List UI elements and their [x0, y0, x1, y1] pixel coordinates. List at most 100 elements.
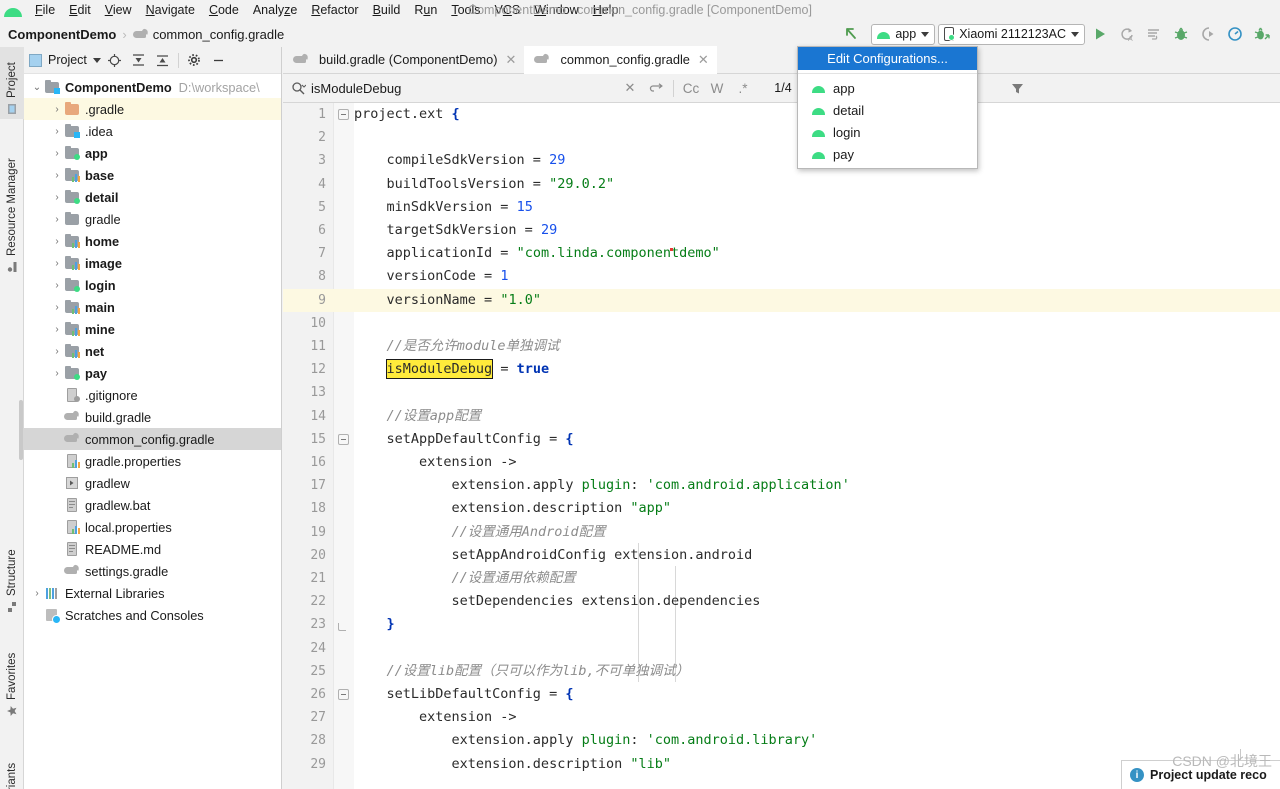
sidebar-item-resource-manager[interactable]: Resource Manager — [0, 127, 24, 277]
tree-label: gradle — [85, 211, 121, 227]
hide-panel-icon[interactable] — [208, 50, 229, 71]
run-configuration-selector[interactable]: app — [871, 23, 936, 45]
match-case-toggle[interactable]: Cc — [678, 74, 704, 103]
rerun-icon[interactable]: A — [1115, 22, 1139, 46]
favorites-star-icon — [6, 705, 18, 717]
tree-row-pay[interactable]: › pay — [24, 362, 281, 384]
tree-row-componentdemo[interactable]: ⌄ ComponentDemo D:\workspace\ — [24, 76, 281, 98]
chevron-right-icon[interactable]: › — [30, 588, 44, 599]
tree-row-gradlew[interactable]: gradlew — [24, 472, 281, 494]
tree-row-app[interactable]: › app — [24, 142, 281, 164]
tree-row-image[interactable]: › image — [24, 252, 281, 274]
apply-code-changes-icon[interactable] — [1250, 22, 1274, 46]
replace-toggle-icon[interactable] — [643, 74, 669, 103]
run-configuration-dropdown[interactable]: Edit Configurations... app detail login … — [797, 46, 978, 169]
sidebar-item-build-variants[interactable]: Build Variants — [0, 733, 24, 789]
tree-row-readme[interactable]: README.md — [24, 538, 281, 560]
chevron-right-icon[interactable]: › — [50, 368, 64, 379]
menu-build[interactable]: Build — [366, 0, 408, 21]
chevron-down-icon[interactable] — [92, 57, 101, 63]
tree-row-home[interactable]: › home — [24, 230, 281, 252]
menu-code[interactable]: Code — [202, 0, 246, 21]
chevron-right-icon[interactable]: › — [50, 258, 64, 269]
menu-item-app[interactable]: app — [798, 77, 977, 99]
menu-item-detail[interactable]: detail — [798, 99, 977, 121]
debug-icon[interactable] — [1169, 22, 1193, 46]
breadcrumb-project[interactable]: ComponentDemo — [8, 27, 116, 42]
library-module-icon — [64, 321, 80, 337]
tree-row-mine[interactable]: › mine — [24, 318, 281, 340]
chevron-right-icon[interactable]: › — [50, 302, 64, 313]
locate-icon[interactable] — [104, 50, 125, 71]
menu-edit[interactable]: Edit — [62, 0, 98, 21]
tree-row-main[interactable]: › main — [24, 296, 281, 318]
tree-row-common-config-gradle[interactable]: common_config.gradle — [24, 428, 281, 450]
project-tree[interactable]: ⌄ ComponentDemo D:\workspace\ › .gradle … — [24, 74, 281, 789]
settings-gear-icon[interactable] — [184, 50, 205, 71]
menu-item-pay[interactable]: pay — [798, 143, 977, 165]
breadcrumb-file[interactable]: common_config.gradle — [153, 27, 285, 42]
text-file-icon — [64, 541, 80, 557]
tree-row-login[interactable]: › login — [24, 274, 281, 296]
close-tab-icon[interactable]: ✕ — [506, 52, 517, 68]
profiler-icon[interactable] — [1223, 22, 1247, 46]
menu-run[interactable]: Run — [407, 0, 444, 21]
tree-label: pay — [85, 365, 108, 381]
sidebar-item-structure[interactable]: Structure — [0, 525, 24, 617]
device-selector[interactable]: Xiaomi 2112123AC — [938, 23, 1085, 45]
chevron-right-icon[interactable]: › — [50, 214, 64, 225]
tree-row-gradle[interactable]: › gradle — [24, 208, 281, 230]
close-find-icon[interactable]: ✕ — [617, 74, 643, 103]
code-lines: 1 project.ext { 2 3 compileSdkVersion = 2… — [283, 103, 1280, 789]
menu-item-edit-configurations[interactable]: Edit Configurations... — [798, 47, 977, 70]
tab-build-gradle[interactable]: build.gradle (ComponentDemo) ✕ — [283, 46, 524, 73]
tree-row-gitignore[interactable]: .gitignore — [24, 384, 281, 406]
tree-row-settings-gradle[interactable]: settings.gradle — [24, 560, 281, 582]
chevron-right-icon[interactable]: › — [50, 170, 64, 181]
tree-row-dot-idea[interactable]: › .idea — [24, 120, 281, 142]
chevron-right-icon[interactable]: › — [50, 126, 64, 137]
words-toggle[interactable]: W — [704, 74, 730, 103]
menu-refactor[interactable]: Refactor — [304, 0, 365, 21]
menu-navigate[interactable]: Navigate — [139, 0, 202, 21]
navbar-arrow-icon[interactable] — [842, 24, 862, 44]
chevron-right-icon[interactable]: › — [50, 280, 64, 291]
chevron-expanded-icon[interactable]: ⌄ — [30, 82, 44, 93]
sidebar-item-project[interactable]: Project — [0, 47, 24, 119]
chevron-right-icon[interactable]: › — [50, 192, 64, 203]
apply-changes-icon[interactable] — [1142, 22, 1166, 46]
chevron-right-icon[interactable]: › — [50, 148, 64, 159]
code-editor[interactable]: 1 project.ext { 2 3 compileSdkVersion = 2… — [283, 103, 1280, 789]
find-input[interactable]: isModuleDebug — [311, 81, 401, 96]
tree-row-external-libraries[interactable]: › External Libraries — [24, 582, 281, 604]
menu-file[interactable]: File — [28, 0, 62, 21]
tree-row-gradle-properties[interactable]: gradle.properties — [24, 450, 281, 472]
csdn-watermark: CSDN @北境王 — [1172, 753, 1272, 769]
chevron-right-icon[interactable]: › — [50, 324, 64, 335]
tree-row-local-properties[interactable]: local.properties — [24, 516, 281, 538]
chevron-right-icon[interactable]: › — [50, 104, 64, 115]
tree-row-gradlew-bat[interactable]: gradlew.bat — [24, 494, 281, 516]
search-icon[interactable] — [291, 81, 311, 96]
tab-common-config-gradle[interactable]: common_config.gradle ✕ — [524, 46, 718, 74]
menu-item-login[interactable]: login — [798, 121, 977, 143]
sidebar-item-favorites[interactable]: Favorites — [0, 629, 24, 721]
phone-device-icon — [944, 27, 956, 41]
run-icon[interactable] — [1088, 22, 1112, 46]
tree-row-base[interactable]: › base — [24, 164, 281, 186]
close-tab-icon[interactable]: ✕ — [698, 52, 709, 68]
chevron-right-icon[interactable]: › — [50, 236, 64, 247]
expand-all-icon[interactable] — [128, 50, 149, 71]
collapse-all-icon[interactable] — [152, 50, 173, 71]
tree-row-dot-gradle[interactable]: › .gradle — [24, 98, 281, 120]
chevron-right-icon[interactable]: › — [50, 346, 64, 357]
tree-row-net[interactable]: › net — [24, 340, 281, 362]
tree-row-scratches-and-consoles[interactable]: Scratches and Consoles — [24, 604, 281, 626]
menu-view[interactable]: View — [98, 0, 139, 21]
regex-toggle[interactable]: .* — [730, 74, 756, 103]
attach-debugger-icon[interactable] — [1196, 22, 1220, 46]
tree-row-build-gradle[interactable]: build.gradle — [24, 406, 281, 428]
tree-row-detail[interactable]: › detail — [24, 186, 281, 208]
filter-icon[interactable] — [1004, 74, 1030, 103]
menu-analyze[interactable]: Analyze — [246, 0, 304, 21]
